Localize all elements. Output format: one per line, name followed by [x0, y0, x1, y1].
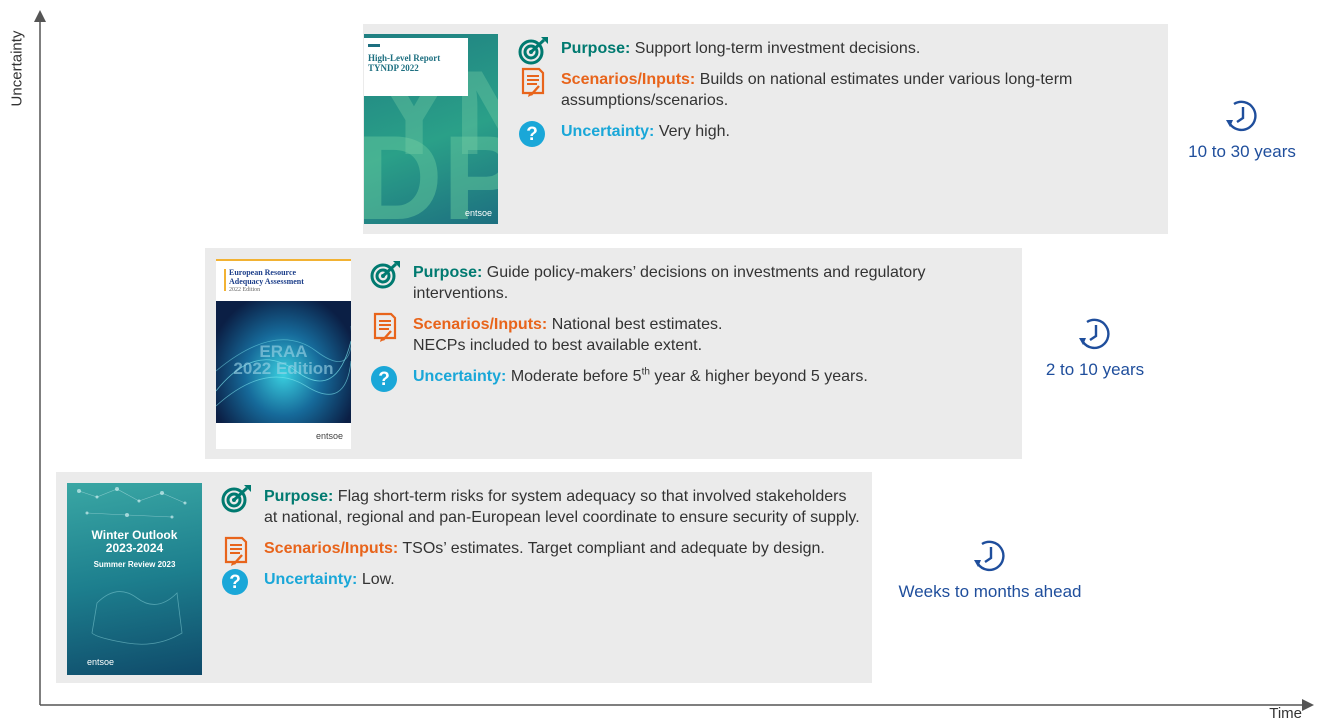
- tyndp-purpose-text: Support long-term investment decisions.: [634, 40, 921, 57]
- tyndp-scenarios-row: Scenarios/Inputs: Builds on national est…: [517, 69, 1157, 111]
- clock-icon: [970, 536, 1010, 576]
- eraa-cover-title-2: Adequacy Assessment: [229, 277, 304, 286]
- question-icon: [369, 364, 403, 394]
- tyndp-horizon: 10 to 30 years: [1172, 96, 1312, 162]
- tyndp-cover-title-2: TYNDP 2022: [368, 63, 419, 73]
- eraa-panel: European Resource Adequacy Assessment 20…: [205, 248, 1022, 459]
- target-icon: [517, 36, 551, 66]
- eraa-uncertainty-text-pre: Moderate before 5: [510, 368, 642, 385]
- x-axis-label: Time: [1269, 705, 1302, 722]
- winter-uncertainty-row: Uncertainty: Low.: [220, 569, 860, 590]
- winter-scenarios-text: TSOs’ estimates. Target compliant and ad…: [402, 540, 825, 557]
- eraa-cover-big-2: 2022 Edition: [233, 359, 334, 378]
- clock-icon: [1222, 96, 1262, 136]
- clock-icon: [1075, 314, 1115, 354]
- eraa-cover-subtitle: 2022 Edition: [229, 287, 261, 293]
- tyndp-uncertainty-row: Uncertainty: Very high.: [517, 121, 1157, 142]
- winter-outlook-cover: Winter Outlook 2023-2024 Summer Review 2…: [67, 483, 202, 675]
- winter-uncertainty-text: Low.: [361, 571, 395, 588]
- winter-purpose-text: Flag short-term risks for system adequac…: [264, 488, 860, 526]
- document-icon: [220, 536, 254, 566]
- tyndp-uncertainty-text: Very high.: [658, 123, 730, 140]
- target-icon: [220, 484, 254, 514]
- eraa-horizon-text: 2 to 10 years: [1045, 360, 1145, 379]
- tyndp-horizon-text: 10 to 30 years: [1188, 142, 1296, 161]
- tyndp-panel: DP YN High-Level Report TYNDP 2022 entso…: [363, 24, 1168, 234]
- tyndp-purpose-row: Purpose: Support long-term investment de…: [517, 38, 1157, 59]
- eraa-cover-brand: entsoe: [315, 431, 343, 441]
- winter-horizon: Weeks to months ahead: [880, 536, 1100, 602]
- eraa-cover-title-1: European Resource: [229, 268, 297, 277]
- eraa-cover-big-1: ERAA: [259, 342, 308, 361]
- winter-purpose-row: Purpose: Flag short-term risks for syste…: [220, 486, 860, 528]
- y-axis-label: Uncertainty: [8, 30, 26, 107]
- winter-outlook-panel: Winter Outlook 2023-2024 Summer Review 2…: [56, 472, 872, 683]
- winter-cover-brand: entsoe: [87, 657, 115, 667]
- eraa-purpose-text: Guide policy-makers’ decisions on invest…: [413, 264, 926, 302]
- question-icon: [517, 119, 551, 149]
- eraa-uncertainty-row: Uncertainty: Moderate before 5th year & …: [369, 366, 1009, 387]
- winter-scenarios-row: Scenarios/Inputs: TSOs’ estimates. Targe…: [220, 538, 860, 559]
- eraa-horizon: 2 to 10 years: [1025, 314, 1165, 380]
- eraa-scenarios-row: Scenarios/Inputs: National best estimate…: [369, 314, 1009, 356]
- eraa-scenarios-text-2: NECPs included to best available extent.: [413, 337, 703, 354]
- eraa-scenarios-text-1: National best estimates.: [551, 316, 723, 333]
- document-icon: [517, 67, 551, 97]
- tyndp-cover-brand: entsoe: [464, 208, 492, 218]
- eraa-purpose-row: Purpose: Guide policy-makers’ decisions …: [369, 262, 1009, 304]
- winter-cover-title-2: 2023-2024: [105, 541, 164, 555]
- eraa-uncertainty-text-post: year & higher beyond 5 years.: [649, 368, 868, 385]
- tyndp-cover-title-1: High-Level Report: [368, 53, 441, 63]
- target-icon: [369, 260, 403, 290]
- winter-cover-subtitle: Summer Review 2023: [93, 560, 176, 569]
- question-icon: [220, 567, 254, 597]
- winter-horizon-text: Weeks to months ahead: [898, 582, 1082, 601]
- eraa-uncertainty-sup: th: [641, 366, 650, 378]
- document-icon: [369, 312, 403, 342]
- tyndp-cover: DP YN High-Level Report TYNDP 2022 entso…: [364, 34, 498, 224]
- eraa-cover: European Resource Adequacy Assessment 20…: [216, 259, 351, 449]
